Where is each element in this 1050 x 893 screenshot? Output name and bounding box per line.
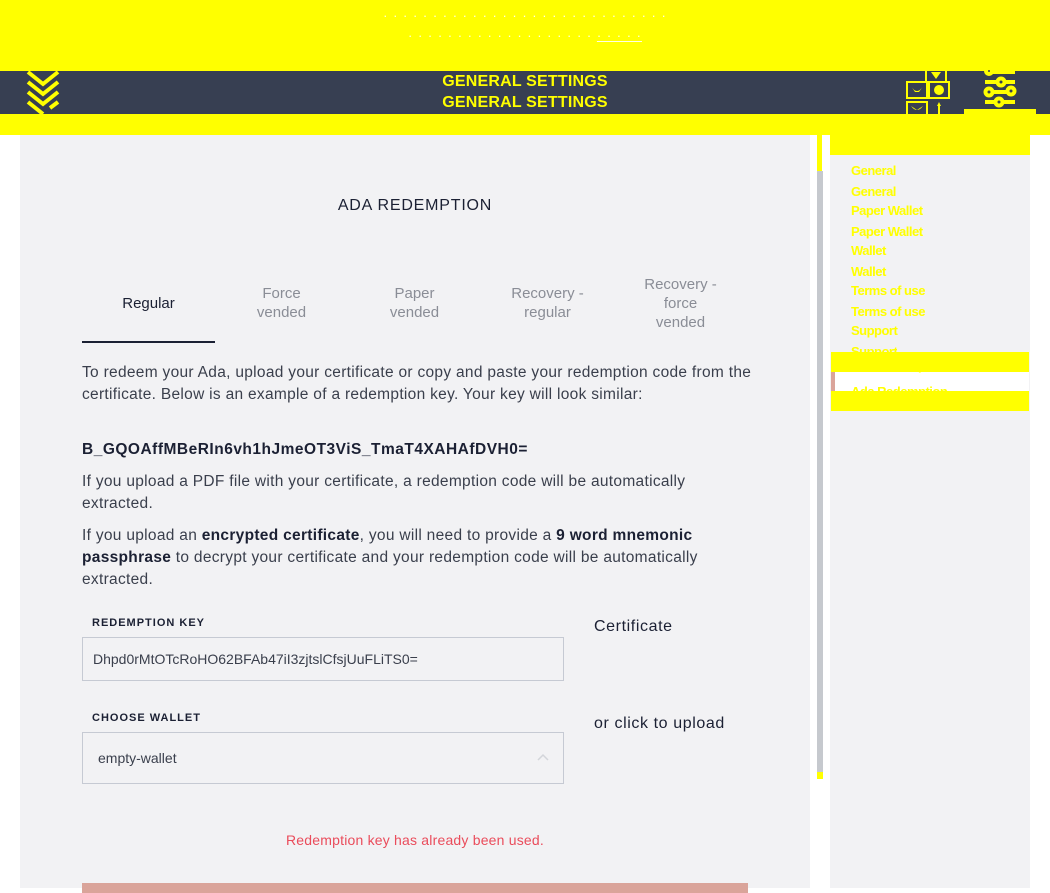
choose-wallet-select[interactable]: empty-wallet [82, 732, 564, 784]
tab-recovery-force-vended[interactable]: Recovery - force vended [614, 263, 747, 343]
note-text: to decrypt your certificate and your red… [82, 549, 698, 588]
sidebar-item-terms-of-use[interactable]: Terms of use [851, 283, 925, 298]
sidebar-item-support[interactable]: Support [851, 323, 898, 338]
pdf-note: If you upload a PDF file with your certi… [82, 473, 686, 512]
selected-wallet: empty-wallet [98, 750, 177, 766]
example-redemption-key: B_GQOAffMBeRIn6vh1hJmeOT3ViS_TmaT4XAHAfD… [82, 441, 528, 458]
sidebar-active-indicator [831, 372, 835, 391]
banner-text-line2: · · · · · · · · · · · · · · · · · · · · … [0, 26, 1050, 46]
sidebar-top-highlight [830, 135, 1030, 155]
scrollbar-top-marker [817, 135, 822, 171]
sidebar-item-wallet-duplicate[interactable]: Wallet [851, 264, 886, 279]
wallets-icon[interactable] [904, 66, 954, 118]
scrollbar-thumb[interactable] [817, 171, 823, 772]
redemption-key-label: REDEMPTION KEY [92, 617, 206, 629]
sidebar-item-general[interactable]: General [851, 163, 896, 178]
sidebar-item-general-duplicate[interactable]: General [851, 184, 896, 199]
note-text: If you upload an [82, 527, 202, 544]
redeem-button[interactable] [82, 883, 748, 893]
redemption-type-tabs: Regular Force vended Paper vended Recove… [82, 263, 748, 343]
sidebar-item-paper-wallet-duplicate[interactable]: Paper Wallet [851, 224, 923, 239]
sidebar-item-wallet[interactable]: Wallet [851, 243, 886, 258]
sidebar-highlight [831, 391, 1029, 411]
ada-redemption-panel: ADA REDEMPTION Regular Force vended Pape… [20, 135, 810, 893]
top-bar-highlight [0, 114, 1050, 135]
instructions-text: To redeem your Ada, upload your certific… [82, 364, 752, 403]
header-title-duplicate: GENERAL SETTINGS [442, 94, 608, 111]
banner-link[interactable]: · · · · · [597, 28, 642, 43]
tab-label: Force vended [256, 285, 307, 321]
tab-force-vended[interactable]: Force vended [215, 263, 348, 343]
note-bold-encrypted: encrypted certificate [201, 527, 360, 544]
sidebar-item-paper-wallet[interactable]: Paper Wallet [851, 203, 923, 218]
tab-label: Paper vended [389, 285, 440, 321]
tab-recovery-regular[interactable]: Recovery - regular [481, 263, 614, 343]
note-text: , you will need to provide a [359, 527, 557, 544]
tab-regular[interactable]: Regular [82, 263, 215, 343]
sidebar-item-ada-redemption-duplicate[interactable]: Ada Redemption [851, 384, 947, 391]
sidebar-item-support-duplicate[interactable]: Support [851, 344, 897, 352]
notification-banner: · · · · · · · · · · · · · · · · · · · · … [0, 0, 1050, 71]
choose-wallet-label: CHOOSE WALLET [92, 712, 201, 724]
header-title: GENERAL SETTINGS [442, 73, 608, 90]
page-title: ADA REDEMPTION [337, 197, 493, 214]
scrollbar-bottom-marker [817, 772, 823, 779]
redemption-key-input[interactable]: Dhpd0rMtOTcRoHO62BFAb47iI3zjtslCfsjUuFLi… [82, 637, 564, 681]
chevron-up-icon [537, 753, 549, 761]
settings-sliders-icon[interactable] [983, 66, 1019, 110]
encrypted-certificate-note: If you upload an encrypted certificate, … [82, 525, 752, 591]
sidebar-item-terms-of-use-duplicate[interactable]: Terms of use [851, 304, 925, 319]
tab-label: Recovery - regular [511, 285, 584, 321]
tab-label: Recovery - force vended [644, 275, 717, 331]
settings-active-indicator [964, 109, 1036, 117]
sidebar-item-ada-redemption[interactable]: Ada Redemption [851, 363, 947, 373]
banner-text-line1: · · · · · · · · · · · · · · · · · · · · … [383, 8, 667, 23]
tab-paper-vended[interactable]: Paper vended [348, 263, 481, 343]
certificate-label: Certificate [594, 618, 673, 635]
banner-text: · · · · · · · · · · · · · · · · · · · [408, 28, 593, 43]
certificate-upload-dropzone[interactable]: or click to upload [594, 715, 725, 733]
error-message: Redemption key has already been used. [285, 832, 544, 848]
